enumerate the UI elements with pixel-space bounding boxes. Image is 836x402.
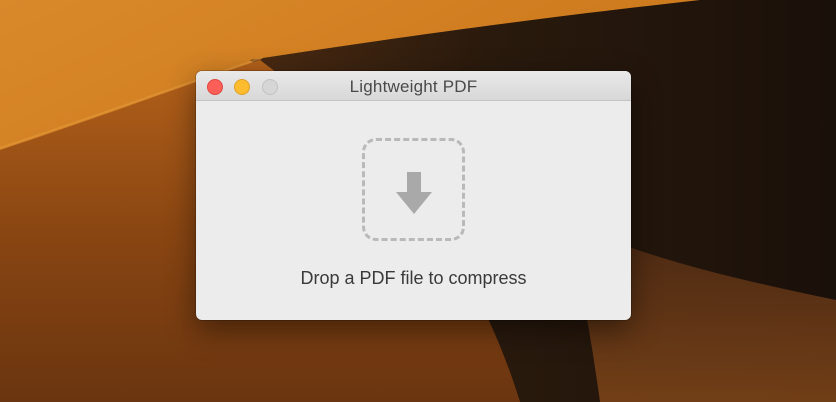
drop-instruction: Drop a PDF file to compress <box>300 268 527 288</box>
arrow-down-icon <box>396 172 432 214</box>
drop-zone[interactable] <box>362 138 465 241</box>
window-title: Lightweight PDF <box>349 77 478 96</box>
app-window: Lightweight PDF Drop a PDF file to compr… <box>196 71 631 320</box>
title-bar[interactable]: Lightweight PDF <box>196 71 631 101</box>
